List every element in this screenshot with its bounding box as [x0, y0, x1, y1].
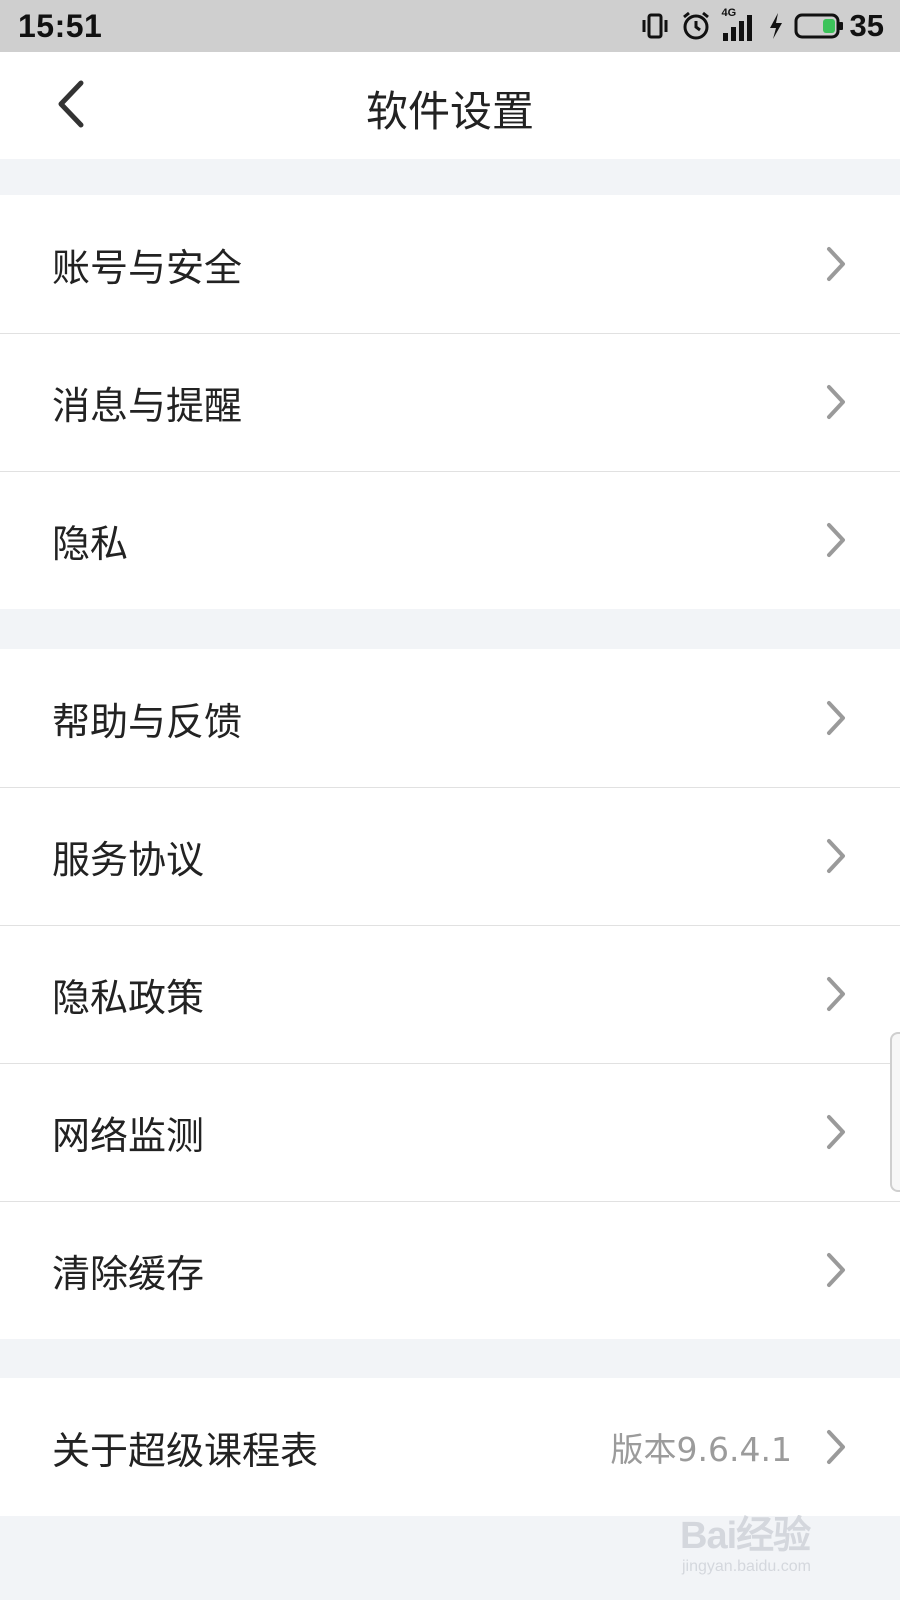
battery-icon — [794, 12, 844, 40]
settings-item-about[interactable]: 关于超级课程表 版本9.6.4.1 — [0, 1378, 900, 1516]
version-value: 版本9.6.4.1 — [610, 1430, 792, 1469]
settings-item-label: 帮助与反馈 — [52, 699, 243, 744]
status-time: 15:51 — [18, 8, 103, 44]
settings-item-label: 隐私政策 — [52, 975, 205, 1020]
page-title: 软件设置 — [365, 87, 534, 136]
alarm-icon — [680, 10, 712, 42]
chevron-right-icon — [827, 247, 845, 281]
nav-bar: 软件设置 — [0, 52, 900, 159]
settings-group-about: 关于超级课程表 版本9.6.4.1 — [0, 1378, 900, 1516]
chevron-right-icon — [827, 1115, 845, 1149]
scroll-edge-indicator — [890, 1032, 900, 1192]
settings-item-network-check[interactable]: 网络监测 — [0, 1063, 900, 1201]
settings-item-label: 清除缓存 — [52, 1251, 205, 1296]
chevron-right-icon — [827, 1253, 845, 1287]
watermark: Bai经验 jingyan.baidu.com — [680, 1500, 850, 1590]
status-icons: 4G 35 — [640, 6, 884, 46]
watermark-url: jingyan.baidu.com — [682, 1558, 811, 1575]
vibrate-icon — [640, 11, 670, 41]
settings-item-label: 网络监测 — [52, 1113, 205, 1158]
settings-item-label: 关于超级课程表 — [52, 1428, 319, 1473]
status-bar: 15:51 4G 35 — [0, 0, 900, 52]
settings-item-privacy-policy[interactable]: 隐私政策 — [0, 925, 900, 1063]
charging-icon — [768, 12, 784, 40]
chevron-right-icon — [827, 839, 845, 873]
chevron-right-icon — [827, 523, 845, 557]
settings-group-account: 账号与安全 消息与提醒 隐私 — [0, 195, 900, 609]
settings-group-support: 帮助与反馈 服务协议 隐私政策 网络监测 清除缓存 — [0, 649, 900, 1339]
chevron-right-icon — [827, 1430, 845, 1464]
settings-item-label: 账号与安全 — [52, 245, 243, 290]
chevron-right-icon — [827, 977, 845, 1011]
signal-icon: 4G — [722, 7, 758, 43]
settings-item-service-agreement[interactable]: 服务协议 — [0, 787, 900, 925]
battery-percent: 35 — [849, 8, 884, 43]
settings-item-label: 消息与提醒 — [52, 383, 243, 428]
chevron-right-icon — [827, 385, 845, 419]
settings-item-messages-reminders[interactable]: 消息与提醒 — [0, 333, 900, 471]
settings-item-label: 服务协议 — [52, 837, 205, 882]
chevron-right-icon — [827, 701, 845, 735]
settings-item-label: 隐私 — [52, 521, 129, 566]
settings-item-clear-cache[interactable]: 清除缓存 — [0, 1201, 900, 1339]
watermark-brand: Bai经验 — [680, 1515, 811, 1557]
settings-item-account-security[interactable]: 账号与安全 — [0, 195, 900, 333]
settings-item-privacy[interactable]: 隐私 — [0, 471, 900, 609]
settings-item-help-feedback[interactable]: 帮助与反馈 — [0, 649, 900, 787]
